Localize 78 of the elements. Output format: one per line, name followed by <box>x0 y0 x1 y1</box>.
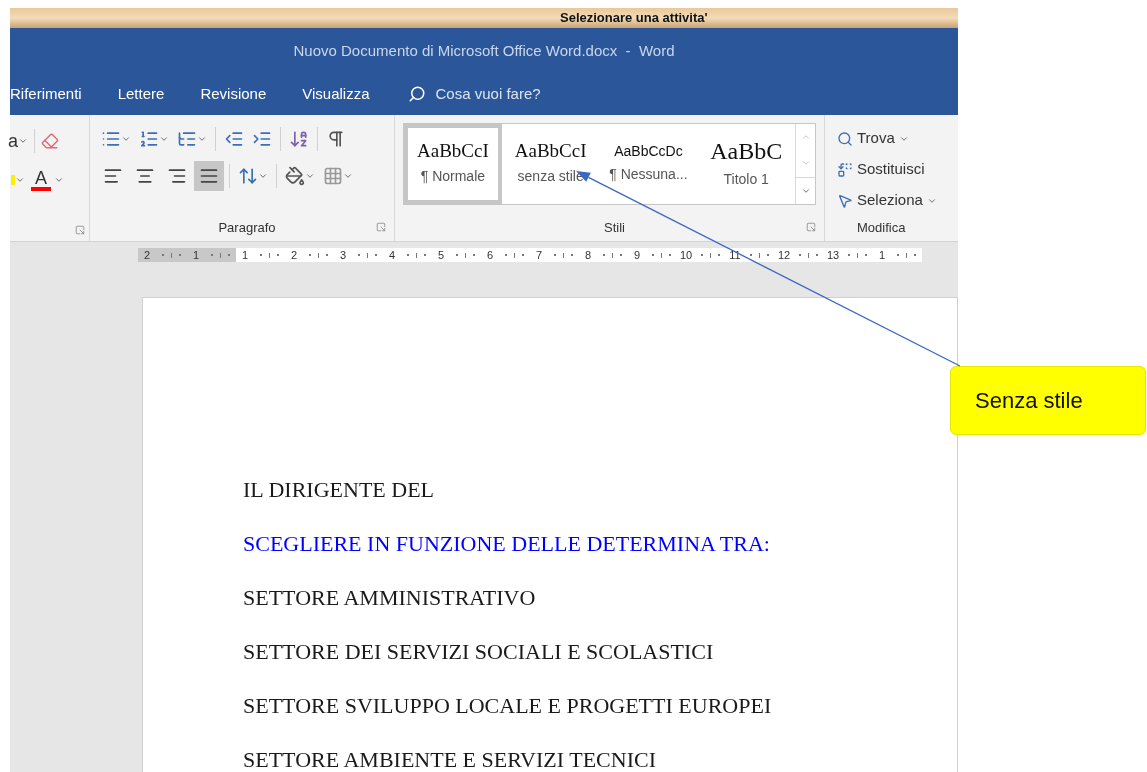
document-line: SETTORE AMBIENTE E SERVIZI TECNICI <box>243 746 657 772</box>
caret-icon <box>258 171 268 181</box>
decrease-indent-icon <box>224 129 244 149</box>
caret-icon <box>197 134 207 144</box>
ruler-number: 2 <box>142 247 152 263</box>
command-label: Sostituisci <box>857 159 925 180</box>
ruler-number: 11 <box>728 247 742 263</box>
numbered-list-icon <box>139 129 159 149</box>
line-spacing-icon <box>238 166 258 186</box>
caret-icon <box>343 171 353 181</box>
callout-box: Senza stile <box>950 366 1146 435</box>
caret-icon <box>159 134 169 144</box>
ruler-number: 9 <box>632 247 642 263</box>
highlighter-icon <box>11 175 15 185</box>
ruler-number: 8 <box>583 247 593 263</box>
multilevel-list-icon <box>177 129 197 149</box>
style-item[interactable]: AaBbC Titolo 1 <box>697 124 796 204</box>
dialog-launcher-icon[interactable] <box>75 225 85 235</box>
ribbon-tab[interactable]: Lettere <box>117 82 165 106</box>
caret-icon <box>305 171 315 181</box>
command-label: Seleziona <box>857 190 923 211</box>
ruler-number: 2 <box>289 247 299 263</box>
document-line: SETTORE SVILUPPO LOCALE E PROGETTI EUROPEI <box>243 692 773 720</box>
caret-icon <box>15 175 25 185</box>
caret-icon <box>121 134 131 144</box>
group-label: Modifica <box>856 218 907 237</box>
tell-me-input[interactable]: Cosa vuoi fare? <box>435 82 586 106</box>
document-line: SETTORE AMMINISTRATIVO <box>243 584 537 612</box>
style-item[interactable]: AaBbCcDc ¶ Nessuna... <box>599 124 698 204</box>
group-label: Stili <box>603 218 626 237</box>
ruler-number: 1 <box>877 247 887 263</box>
align-icon <box>135 166 155 186</box>
editing-command[interactable]: Seleziona <box>837 185 958 216</box>
command-label: Trova <box>857 128 895 149</box>
align-icon <box>103 166 123 186</box>
paint-bucket-icon <box>285 166 305 186</box>
tell-me-field[interactable]: Cosa vuoi fare? <box>407 82 586 106</box>
document-line: SCEGLIERE IN FUNZIONE DELLE DETERMINA TRA: <box>243 530 771 558</box>
ruler-number: 1 <box>191 247 201 263</box>
replace-icon <box>837 161 853 178</box>
eraser-icon <box>41 132 59 150</box>
change-case-button[interactable]: a <box>5 127 31 155</box>
ruler-number: 4 <box>387 247 397 263</box>
ribbon-tab[interactable]: Riferimenti <box>10 82 82 106</box>
bullet-list-icon <box>101 129 121 149</box>
ruler-number: 7 <box>534 247 544 263</box>
caret-icon <box>54 175 64 185</box>
search-icon <box>407 85 426 103</box>
ribbon-tab[interactable]: Visualizza <box>302 82 370 106</box>
pilcrow-icon <box>326 129 346 149</box>
align-icon <box>167 166 187 186</box>
ruler-number: 3 <box>338 247 348 263</box>
ribbon-tab[interactable]: Revisione <box>200 82 267 106</box>
align-icon <box>199 166 219 186</box>
ruler-number: 5 <box>436 247 446 263</box>
search-icon <box>837 130 853 147</box>
document-line: SETTORE DEI SERVIZI SOCIALI E SCOLASTICI <box>243 638 715 666</box>
sort-icon <box>289 129 309 149</box>
ruler-number: 6 <box>485 247 495 263</box>
ruler-number: 13 <box>825 247 841 263</box>
ruler-number: 1 <box>240 247 250 263</box>
borders-icon <box>323 166 343 186</box>
style-item[interactable]: AaBbCcI ¶ Normale <box>404 124 502 204</box>
increase-indent-icon <box>252 129 272 149</box>
font-color-button[interactable]: A <box>28 165 54 195</box>
editing-command[interactable]: Trova <box>837 123 958 154</box>
caret-icon <box>18 136 28 146</box>
align-button[interactable] <box>194 161 224 191</box>
ruler-number: 10 <box>678 247 694 263</box>
ruler-number: 12 <box>776 247 792 263</box>
app-bar-title: Selezionare una attivita' <box>560 9 708 28</box>
document-line: IL DIRIGENTE DEL <box>243 476 436 504</box>
dialog-launcher-icon[interactable] <box>806 222 816 233</box>
cursor-icon <box>837 192 853 209</box>
editing-command[interactable]: Sostituisci <box>837 154 958 185</box>
group-label: Paragrafo <box>217 218 277 237</box>
window-title: Nuovo Documento di Microsoft Office Word.docx - Word <box>293 41 675 62</box>
dialog-launcher-icon[interactable] <box>376 222 386 233</box>
